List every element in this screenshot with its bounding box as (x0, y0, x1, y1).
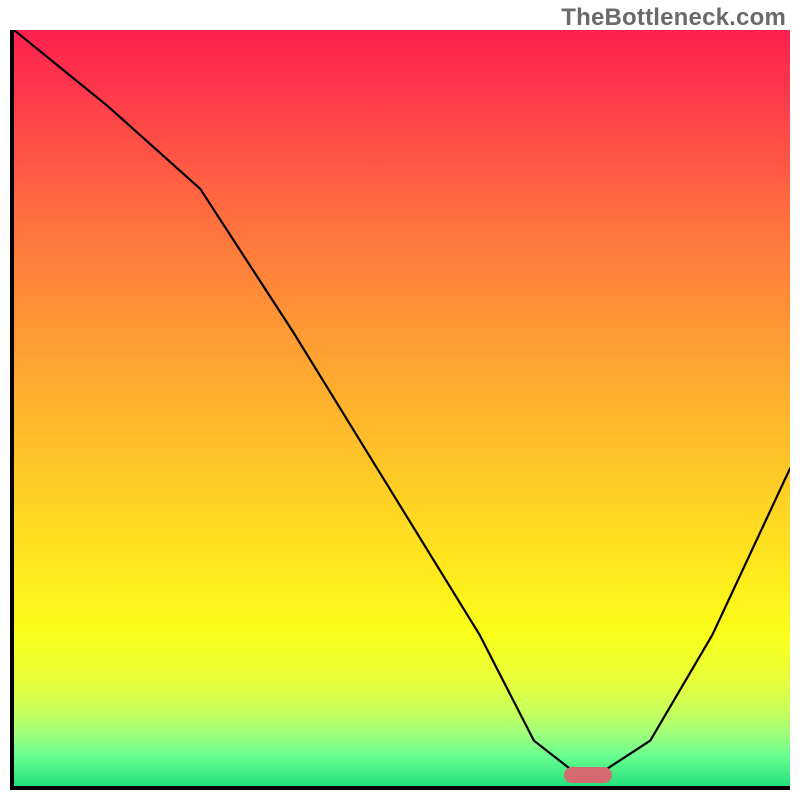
curve-svg (14, 30, 790, 786)
plot-area (10, 30, 790, 790)
chart-frame: TheBottleneck.com (0, 0, 800, 800)
plot-inner (14, 30, 790, 786)
optimal-marker (564, 767, 612, 783)
bottleneck-curve (14, 30, 790, 771)
watermark-text: TheBottleneck.com (561, 4, 786, 32)
